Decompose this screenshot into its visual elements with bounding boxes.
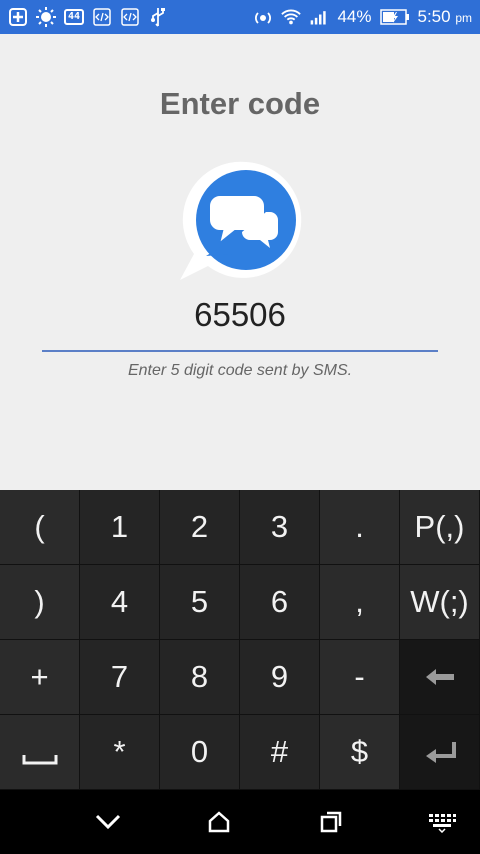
key-1[interactable]: 1 <box>80 490 160 565</box>
key-hash[interactable]: # <box>240 715 320 790</box>
key-close-paren[interactable]: ) <box>0 565 80 640</box>
battery-charging-icon <box>379 8 410 26</box>
key-3[interactable]: 3 <box>240 490 320 565</box>
chevron-down-icon <box>95 814 121 830</box>
notification-badge: 44 <box>64 9 85 25</box>
enter-key[interactable] <box>400 715 480 790</box>
status-bar: 44 44% 5:50 pm <box>0 0 480 34</box>
code-input-underline <box>42 350 438 352</box>
key-plus[interactable]: + <box>0 640 80 715</box>
signal-icon <box>309 8 329 26</box>
key-minus[interactable]: - <box>320 640 400 715</box>
wifi-icon <box>281 8 302 26</box>
navigation-bar <box>0 790 480 854</box>
clock: 5:50 pm <box>418 7 473 27</box>
key-4[interactable]: 4 <box>80 565 160 640</box>
backspace-key[interactable] <box>400 640 480 715</box>
numeric-keypad: ( 1 2 3 . P(,) ) 4 5 6 , W(;) + 7 8 9 - … <box>0 490 480 790</box>
code-input[interactable]: 65506 <box>0 296 480 334</box>
space-icon <box>22 755 57 765</box>
key-asterisk[interactable]: * <box>80 715 160 790</box>
keyboard-button[interactable] <box>422 802 462 842</box>
key-pause[interactable]: P(,) <box>400 490 480 565</box>
verification-screen: Enter code 65506 Enter 5 digit code sent… <box>0 34 480 490</box>
brightness-icon <box>36 7 56 27</box>
recents-icon <box>320 811 341 833</box>
key-7[interactable]: 7 <box>80 640 160 715</box>
code-icon-2 <box>120 8 140 26</box>
key-2[interactable]: 2 <box>160 490 240 565</box>
clock-suffix: pm <box>455 11 472 25</box>
home-button[interactable] <box>199 802 239 842</box>
usb-icon <box>148 8 168 27</box>
key-dollar[interactable]: $ <box>320 715 400 790</box>
battery-percent: 44% <box>337 7 372 26</box>
key-wait[interactable]: W(;) <box>400 565 480 640</box>
backspace-icon <box>425 669 454 685</box>
code-hint: Enter 5 digit code sent by SMS. <box>127 362 353 379</box>
hotspot-icon <box>253 8 273 26</box>
key-comma[interactable]: , <box>320 565 400 640</box>
space-key[interactable] <box>0 715 80 790</box>
clock-time: 5:50 <box>417 7 451 26</box>
key-9[interactable]: 9 <box>240 640 320 715</box>
add-icon <box>8 8 28 26</box>
status-bar-left: 44 <box>8 7 168 27</box>
home-icon <box>209 811 230 833</box>
key-8[interactable]: 8 <box>160 640 240 715</box>
key-period[interactable]: . <box>320 490 400 565</box>
status-bar-right: 44% 5:50 pm <box>253 7 472 27</box>
key-open-paren[interactable]: ( <box>0 490 80 565</box>
keyboard-icon <box>428 814 456 833</box>
code-icon <box>92 8 112 26</box>
page-title: Enter code <box>159 86 321 121</box>
key-6[interactable]: 6 <box>240 565 320 640</box>
key-5[interactable]: 5 <box>160 565 240 640</box>
key-0[interactable]: 0 <box>160 715 240 790</box>
enter-icon <box>425 742 456 763</box>
chat-logo-icon <box>176 156 306 286</box>
recents-button[interactable] <box>311 802 351 842</box>
back-button[interactable] <box>88 802 128 842</box>
